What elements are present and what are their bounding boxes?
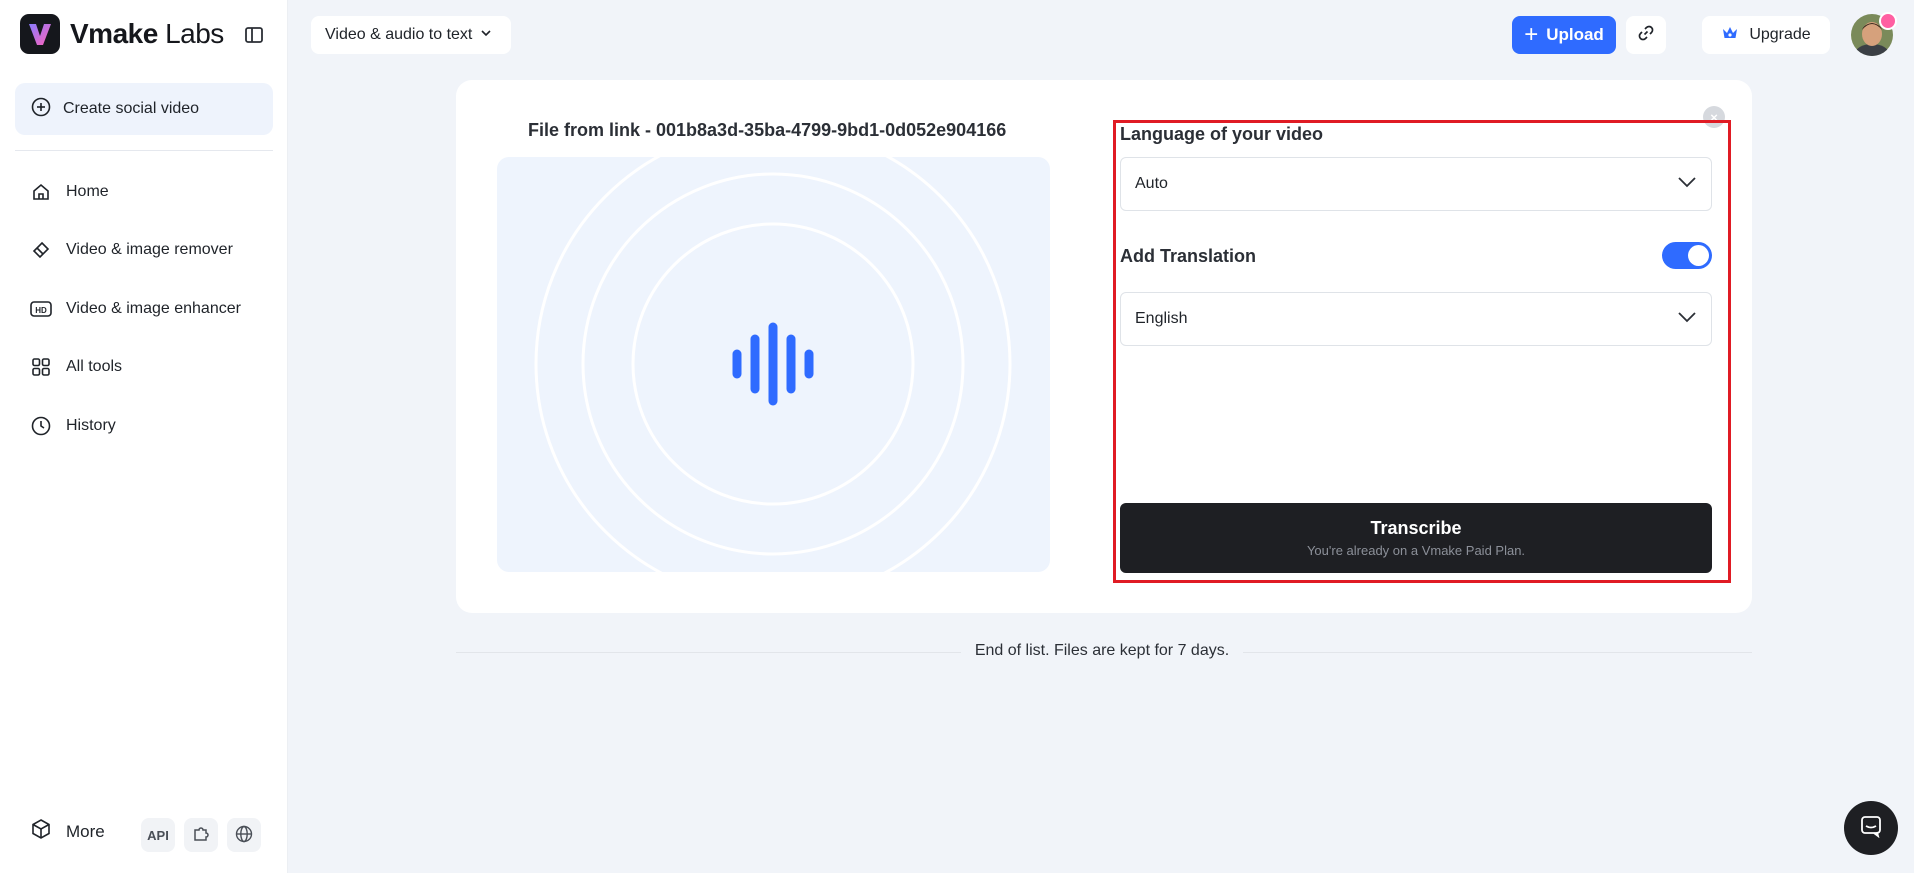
link-icon	[1637, 24, 1655, 47]
chevron-down-icon	[1677, 310, 1697, 328]
sidebar-item-all-tools[interactable]: All tools	[15, 345, 273, 389]
sidebar: Vmake Labs Create social video Home Vide…	[0, 0, 288, 873]
paid-plan-note: You're already on a Vmake Paid Plan.	[1306, 543, 1526, 558]
translation-toggle[interactable]	[1662, 242, 1712, 269]
brand-name: Vmake Labs	[70, 18, 224, 49]
translation-label: Add Translation	[1120, 246, 1257, 266]
upload-label: Upload	[1546, 25, 1604, 44]
clock-icon	[30, 415, 52, 437]
end-divider	[456, 652, 1752, 653]
tool-select-dropdown[interactable]: Video & audio to text	[311, 16, 511, 54]
audio-preview	[497, 157, 1050, 572]
translation-language-value: English	[1135, 310, 1188, 327]
puzzle-icon	[192, 825, 210, 846]
language-select[interactable]: Auto	[1120, 157, 1712, 211]
audio-waveform-icon	[534, 157, 1012, 572]
logo-mark-icon	[20, 14, 60, 54]
sidebar-item-label: History	[66, 417, 116, 434]
language-value: Auto	[1135, 175, 1168, 192]
more-button[interactable]: More	[30, 818, 105, 845]
language-label: Language of your video	[1120, 124, 1324, 144]
chat-icon	[1859, 814, 1883, 843]
sidebar-item-label: Video & image enhancer	[66, 300, 241, 317]
file-title: File from link - 001b8a3d-35ba-4799-9bd1…	[528, 120, 1007, 140]
home-icon	[30, 181, 52, 203]
create-social-video-button[interactable]: Create social video	[15, 83, 273, 135]
svg-text:HD: HD	[35, 306, 47, 315]
grid-icon	[30, 356, 52, 378]
more-label: More	[66, 821, 105, 841]
sidebar-item-home[interactable]: Home	[15, 170, 273, 214]
sidebar-item-history[interactable]: History	[15, 404, 273, 448]
crown-icon	[1721, 25, 1739, 46]
eraser-icon	[30, 239, 52, 261]
sidebar-collapse-icon[interactable]	[244, 25, 264, 45]
transcribe-label: Transcribe	[1370, 518, 1462, 538]
upgrade-label: Upgrade	[1749, 26, 1811, 43]
chevron-down-icon	[1677, 175, 1697, 193]
sidebar-item-remover[interactable]: Video & image remover	[15, 228, 273, 272]
notification-badge	[1879, 12, 1897, 30]
translation-language-select[interactable]: English	[1120, 292, 1712, 346]
sidebar-item-label: Home	[66, 183, 109, 200]
api-label: API	[147, 827, 169, 843]
hd-icon: HD	[30, 298, 52, 320]
plus-icon: +	[1524, 21, 1539, 48]
sidebar-item-enhancer[interactable]: HD Video & image enhancer	[15, 287, 273, 331]
sidebar-item-label: Video & image remover	[66, 241, 233, 258]
tool-select-label: Video & audio to text	[325, 26, 473, 43]
link-button[interactable]	[1626, 16, 1666, 54]
extension-button[interactable]	[184, 818, 218, 852]
chevron-down-icon	[480, 26, 492, 44]
plus-circle-icon	[31, 97, 51, 122]
api-button[interactable]: API	[141, 818, 175, 852]
cube-icon	[30, 818, 52, 845]
create-label: Create social video	[63, 100, 200, 117]
logo[interactable]: Vmake Labs	[20, 14, 224, 54]
globe-icon	[235, 825, 253, 846]
chat-support-button[interactable]	[1844, 801, 1898, 855]
transcribe-button[interactable]: Transcribe You're already on a Vmake Pai…	[1120, 503, 1712, 573]
divider	[15, 150, 273, 151]
toggle-knob	[1688, 245, 1709, 266]
sidebar-item-label: All tools	[66, 358, 123, 375]
upload-button[interactable]: + Upload	[1512, 16, 1616, 54]
upgrade-button[interactable]: Upgrade	[1702, 16, 1830, 54]
language-button[interactable]	[227, 818, 261, 852]
